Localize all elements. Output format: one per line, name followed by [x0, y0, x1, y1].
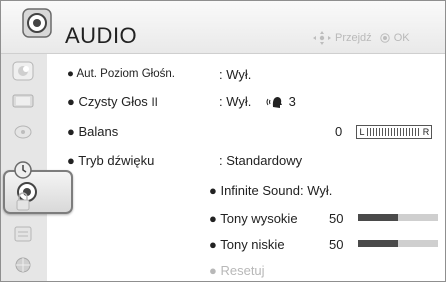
satellite-icon	[14, 125, 32, 139]
hint-ok-label: OK	[393, 32, 410, 44]
bass-label: Tony niskie	[220, 237, 285, 252]
bass-slider-fill	[358, 240, 398, 247]
menu-item-bass[interactable]: ● Tony niskie	[209, 237, 285, 252]
menu-item-clear-voice[interactable]: ● Czysty Głos II	[67, 94, 158, 109]
voice-head-icon	[266, 97, 283, 108]
menu-item-sound-mode[interactable]: ● Tryb dźwięku	[67, 153, 154, 168]
bass-slider[interactable]	[358, 240, 438, 247]
balance-right-label: R	[422, 127, 430, 137]
sidebar-item-time[interactable]	[10, 158, 36, 182]
display-icon	[12, 94, 34, 108]
menu-item-treble[interactable]: ● Tony wysokie	[209, 211, 298, 226]
bass-value: 50	[329, 237, 344, 252]
treble-value: 50	[329, 211, 344, 226]
sidebar-item-display[interactable]	[10, 89, 36, 113]
menu-item-infinite-sound[interactable]: ● Infinite Sound: Wył.	[209, 183, 332, 198]
audio-menu-window: AUDIO Przejdź OK ● Aut. Poziom Głośn.: …	[0, 0, 446, 282]
auto-volume-value: : Wył.	[219, 67, 252, 82]
balance-scale	[367, 128, 421, 136]
dpad-icon	[313, 31, 331, 45]
clear-voice-level: 3	[288, 94, 296, 109]
sidebar-item-lock[interactable]	[10, 190, 36, 214]
sound-mode-value: : Standardowy	[219, 153, 303, 168]
clear-voice-value-group: : Wył. 3	[219, 94, 296, 109]
clear-voice-label: Czysty Głos	[78, 94, 148, 109]
menu-item-balance[interactable]: ● Balans	[67, 124, 118, 139]
hint-move-label: Przejdź	[335, 32, 372, 44]
menu-header: AUDIO Przejdź OK	[1, 1, 445, 54]
treble-slider[interactable]	[358, 214, 438, 221]
lock-icon	[16, 192, 30, 211]
balance-label: Balans	[78, 124, 119, 139]
page-title: AUDIO	[65, 23, 138, 48]
balance-slider[interactable]: L R	[356, 125, 432, 139]
audio-icon	[22, 8, 52, 38]
menu-item-reset[interactable]: ● Resetuj	[209, 263, 265, 278]
sidebar-item-options[interactable]	[10, 222, 36, 246]
picture-icon	[12, 61, 34, 81]
sound-mode-label: Tryb dźwięku	[78, 153, 155, 168]
clear-voice-suffix: II	[151, 97, 158, 109]
clock-icon	[14, 161, 32, 179]
network-icon	[15, 257, 31, 273]
clear-voice-value: : Wył.	[219, 94, 252, 109]
infinite-sound-value: Wył.	[307, 183, 333, 198]
sidebar-item-network[interactable]	[10, 252, 36, 276]
auto-volume-label: Aut. Poziom Głośn.	[76, 68, 175, 80]
sidebar-item-channels[interactable]	[10, 120, 36, 144]
menu-item-auto-volume[interactable]: ● Aut. Poziom Głośn.	[67, 68, 175, 80]
balance-value: 0	[335, 124, 343, 139]
sidebar-item-picture[interactable]	[10, 59, 36, 83]
reset-label: Resetuj	[220, 263, 265, 278]
treble-slider-fill	[358, 214, 398, 221]
navigation-hint: Przejdź OK	[313, 31, 410, 45]
treble-label: Tony wysokie	[220, 211, 298, 226]
balance-left-label: L	[359, 127, 365, 137]
ok-button-icon	[379, 33, 390, 43]
category-sidebar	[1, 54, 73, 281]
infinite-sound-label: Infinite Sound	[220, 183, 300, 198]
options-icon	[14, 226, 32, 242]
